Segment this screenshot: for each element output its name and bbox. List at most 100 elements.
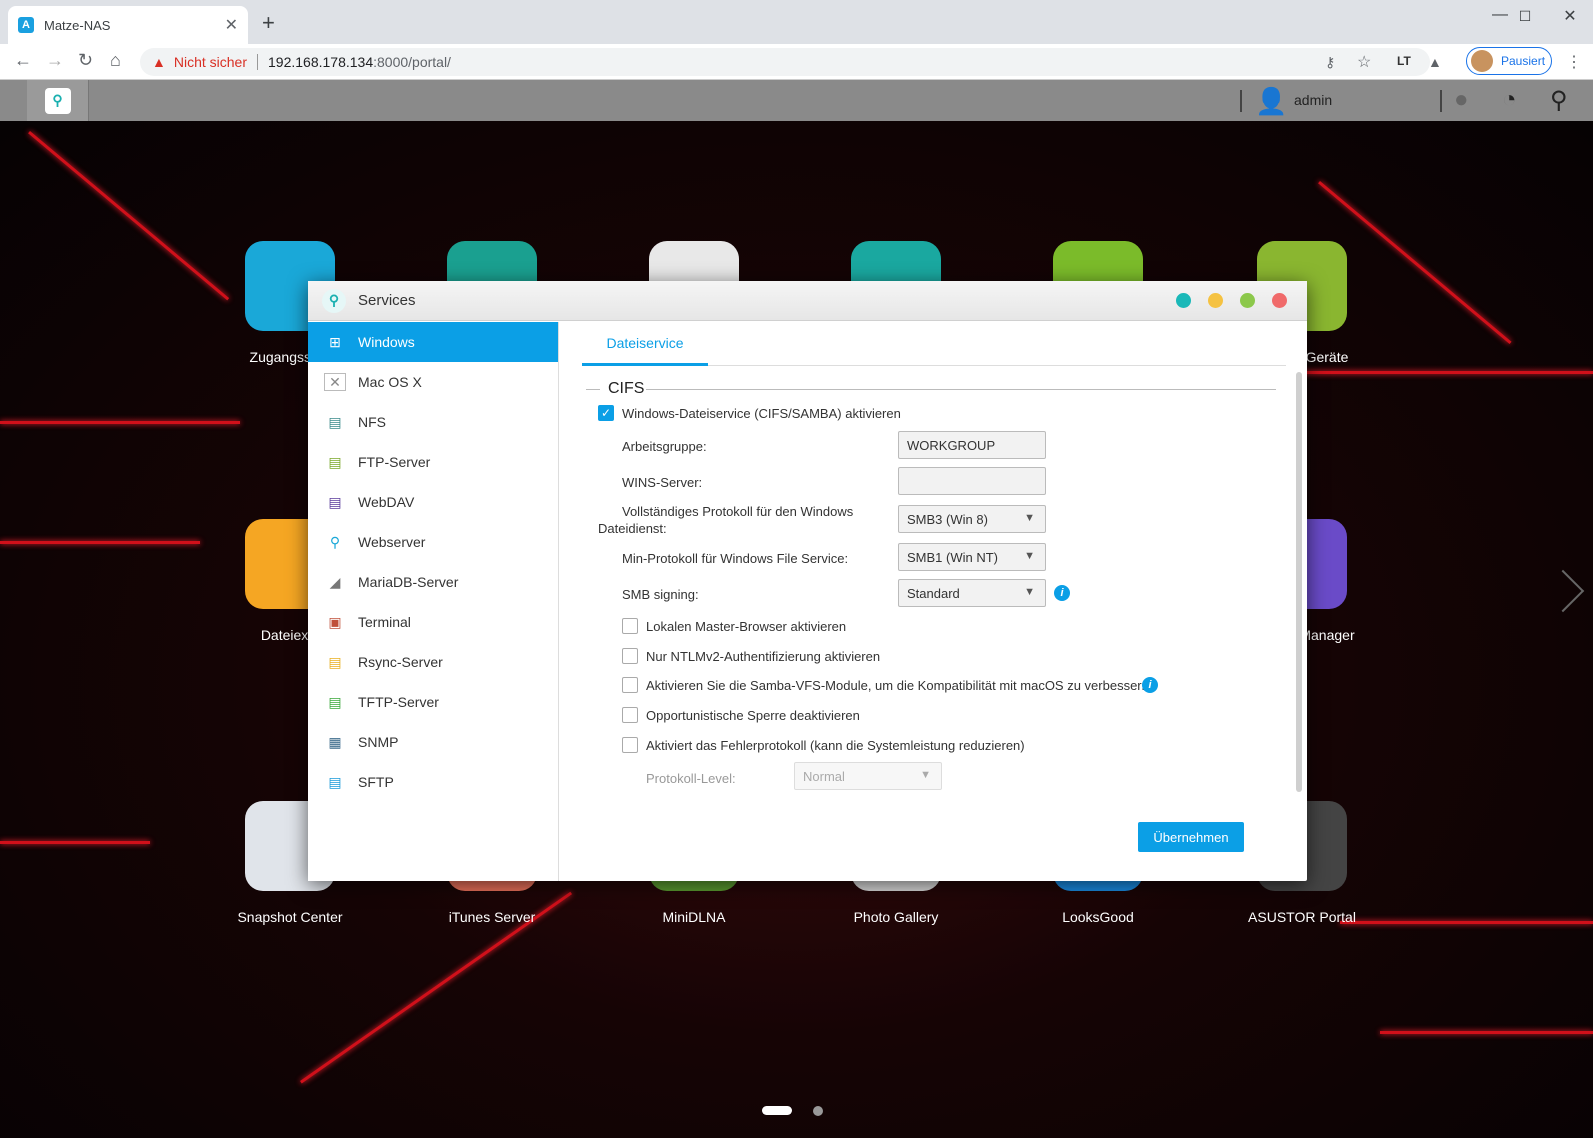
terminal-icon: ▣: [328, 613, 342, 630]
home-icon[interactable]: ⌂: [110, 50, 121, 71]
search-icon[interactable]: ⚲: [1550, 86, 1568, 115]
notification-icon[interactable]: ●: [1454, 86, 1469, 114]
sidebar-item-snmp[interactable]: ▦ SNMP: [308, 722, 558, 762]
sidebar-item-ftp[interactable]: ▤ FTP-Server: [308, 442, 558, 482]
snmp-icon: ▦: [328, 733, 342, 750]
samba-vfs-checkbox[interactable]: [622, 677, 638, 693]
languagetool-icon[interactable]: LT: [1397, 54, 1411, 68]
sidebar-item-terminal[interactable]: ▣ Terminal: [308, 602, 558, 642]
circuit-line: [1300, 371, 1593, 374]
next-page-icon[interactable]: [1541, 569, 1585, 613]
webdav-icon: ▤: [328, 493, 342, 510]
taskbar-home-button[interactable]: ⚲: [27, 80, 89, 121]
circuit-line: [0, 421, 240, 424]
apply-button[interactable]: Übernehmen: [1138, 822, 1244, 852]
sidebar-item-webdav[interactable]: ▤ WebDAV: [308, 482, 558, 522]
ntlmv2-label: Nur NTLMv2-Authentifizierung aktivieren: [646, 649, 881, 664]
smb-signing-select[interactable]: Standard ▼: [898, 579, 1046, 607]
dashboard-icon[interactable]: ◔: [1502, 86, 1517, 114]
sidebar-item-macosx[interactable]: ✕ Mac OS X: [308, 362, 558, 402]
info-icon[interactable]: i: [1054, 585, 1070, 601]
page-dot-active[interactable]: [762, 1106, 792, 1115]
browser-toolbar: ← → ↻ ⌂ ▲ Nicht sicher 192.168.178.134 :…: [0, 44, 1593, 80]
sidebar-item-rsync[interactable]: ▤ Rsync-Server: [308, 642, 558, 682]
services-window: ⚲ Services ⊞ Windows ✕ Mac OS X ▤ NFS ▤ …: [308, 281, 1307, 881]
not-secure-label[interactable]: Nicht sicher: [174, 54, 247, 70]
wins-field[interactable]: [898, 467, 1046, 495]
circuit-line: [0, 841, 150, 844]
drive-icon[interactable]: ▲: [1428, 54, 1442, 70]
star-icon[interactable]: ☆: [1357, 52, 1371, 72]
oplocks-checkbox[interactable]: [622, 707, 638, 723]
enable-cifs-checkbox[interactable]: ✓: [598, 405, 614, 421]
sidebar-item-webserver[interactable]: ⚲ Webserver: [308, 522, 558, 562]
wins-label: WINS-Server:: [622, 475, 703, 490]
log-level-value: Normal: [803, 768, 845, 784]
ntlmv2-checkbox[interactable]: [622, 648, 638, 664]
smb-signing-label: SMB signing:: [622, 587, 699, 602]
address-bar[interactable]: ▲ Nicht sicher 192.168.178.134 :8000/por…: [140, 48, 1430, 76]
browser-tab[interactable]: A Matze-NAS ✕: [8, 6, 248, 44]
back-icon[interactable]: ←: [14, 50, 32, 71]
workgroup-value: WORKGROUP: [907, 437, 996, 453]
sidebar-item-tftp[interactable]: ▤ TFTP-Server: [308, 682, 558, 722]
warning-icon: ▲: [152, 54, 166, 70]
browser-tab-strip: A Matze-NAS ✕ + — ☐ ✕: [0, 0, 1593, 44]
window-close-button[interactable]: ✕: [1547, 6, 1593, 26]
chevron-down-icon: ▼: [1024, 550, 1035, 562]
profile-button[interactable]: Pausiert: [1466, 47, 1552, 75]
taskbar-divider: [1240, 90, 1242, 112]
help-dot-button[interactable]: [1176, 293, 1191, 308]
key-icon[interactable]: ⚷: [1325, 54, 1335, 71]
forward-icon[interactable]: →: [46, 50, 64, 71]
window-title: Services: [358, 292, 416, 309]
cifs-settings: CIFS ✓ Windows-Dateiservice (CIFS/SAMBA)…: [560, 366, 1290, 806]
min-protocol-select[interactable]: SMB1 (Win NT) ▼: [898, 543, 1046, 571]
protocol-label-line1: Vollständiges Protokoll für den Windows: [622, 504, 854, 519]
sidebar-item-windows[interactable]: ⊞ Windows: [308, 322, 558, 362]
services-icon: ⚲: [322, 288, 346, 313]
maximize-dot-button[interactable]: [1240, 293, 1255, 308]
master-browser-label: Lokalen Master-Browser aktivieren: [646, 619, 847, 634]
sidebar-item-mariadb[interactable]: ◢ MariaDB-Server: [308, 562, 558, 602]
cifs-section-header: CIFS: [586, 380, 1276, 400]
profile-status: Pausiert: [1501, 54, 1546, 68]
minimize-dot-button[interactable]: [1208, 293, 1223, 308]
max-protocol-value: SMB3 (Win 8): [907, 511, 988, 527]
error-log-checkbox[interactable]: [622, 737, 638, 753]
sidebar-item-nfs[interactable]: ▤ NFS: [308, 402, 558, 442]
max-protocol-select[interactable]: SMB3 (Win 8) ▼: [898, 505, 1046, 533]
services-main-panel: Dateiservice CIFS ✓ Windows-Dateiservice…: [560, 322, 1307, 881]
window-titlebar[interactable]: ⚲ Services: [308, 281, 1307, 321]
browser-menu-icon[interactable]: ⋮: [1566, 52, 1582, 72]
taskbar-divider: [1440, 90, 1442, 112]
chevron-down-icon: ▼: [920, 769, 931, 781]
tab-close-icon[interactable]: ✕: [225, 15, 238, 35]
log-level-select[interactable]: Normal ▼: [794, 762, 942, 790]
min-protocol-value: SMB1 (Win NT): [907, 549, 998, 565]
close-dot-button[interactable]: [1272, 293, 1287, 308]
circuit-line: [1380, 1031, 1593, 1034]
tab-dateiservice[interactable]: Dateiservice: [582, 322, 708, 366]
sidebar-item-sftp[interactable]: ▤ SFTP: [308, 762, 558, 802]
tftp-icon: ▤: [328, 693, 342, 710]
circuit-line: [0, 541, 200, 544]
taskbar-username[interactable]: admin: [1294, 92, 1332, 108]
circuit-line: [28, 131, 230, 301]
cifs-section-title: CIFS: [608, 380, 645, 397]
rsync-icon: ▤: [328, 653, 342, 670]
master-browser-checkbox[interactable]: [622, 618, 638, 634]
webserver-icon: ⚲: [329, 533, 341, 550]
protocol-label-line2: Dateidienst:: [598, 521, 667, 536]
avatar: [1471, 50, 1493, 72]
user-icon[interactable]: 👤: [1255, 86, 1287, 117]
scrollbar[interactable]: [1296, 372, 1302, 792]
page-dot[interactable]: [813, 1106, 823, 1116]
workgroup-field[interactable]: WORKGROUP: [898, 431, 1046, 459]
asustor-favicon-icon: A: [18, 17, 34, 33]
info-icon[interactable]: i: [1142, 677, 1158, 693]
new-tab-button[interactable]: +: [262, 10, 275, 36]
maximize-button[interactable]: ☐: [1502, 8, 1548, 25]
section-rule: [646, 389, 1276, 390]
reload-icon[interactable]: ↻: [78, 50, 93, 71]
